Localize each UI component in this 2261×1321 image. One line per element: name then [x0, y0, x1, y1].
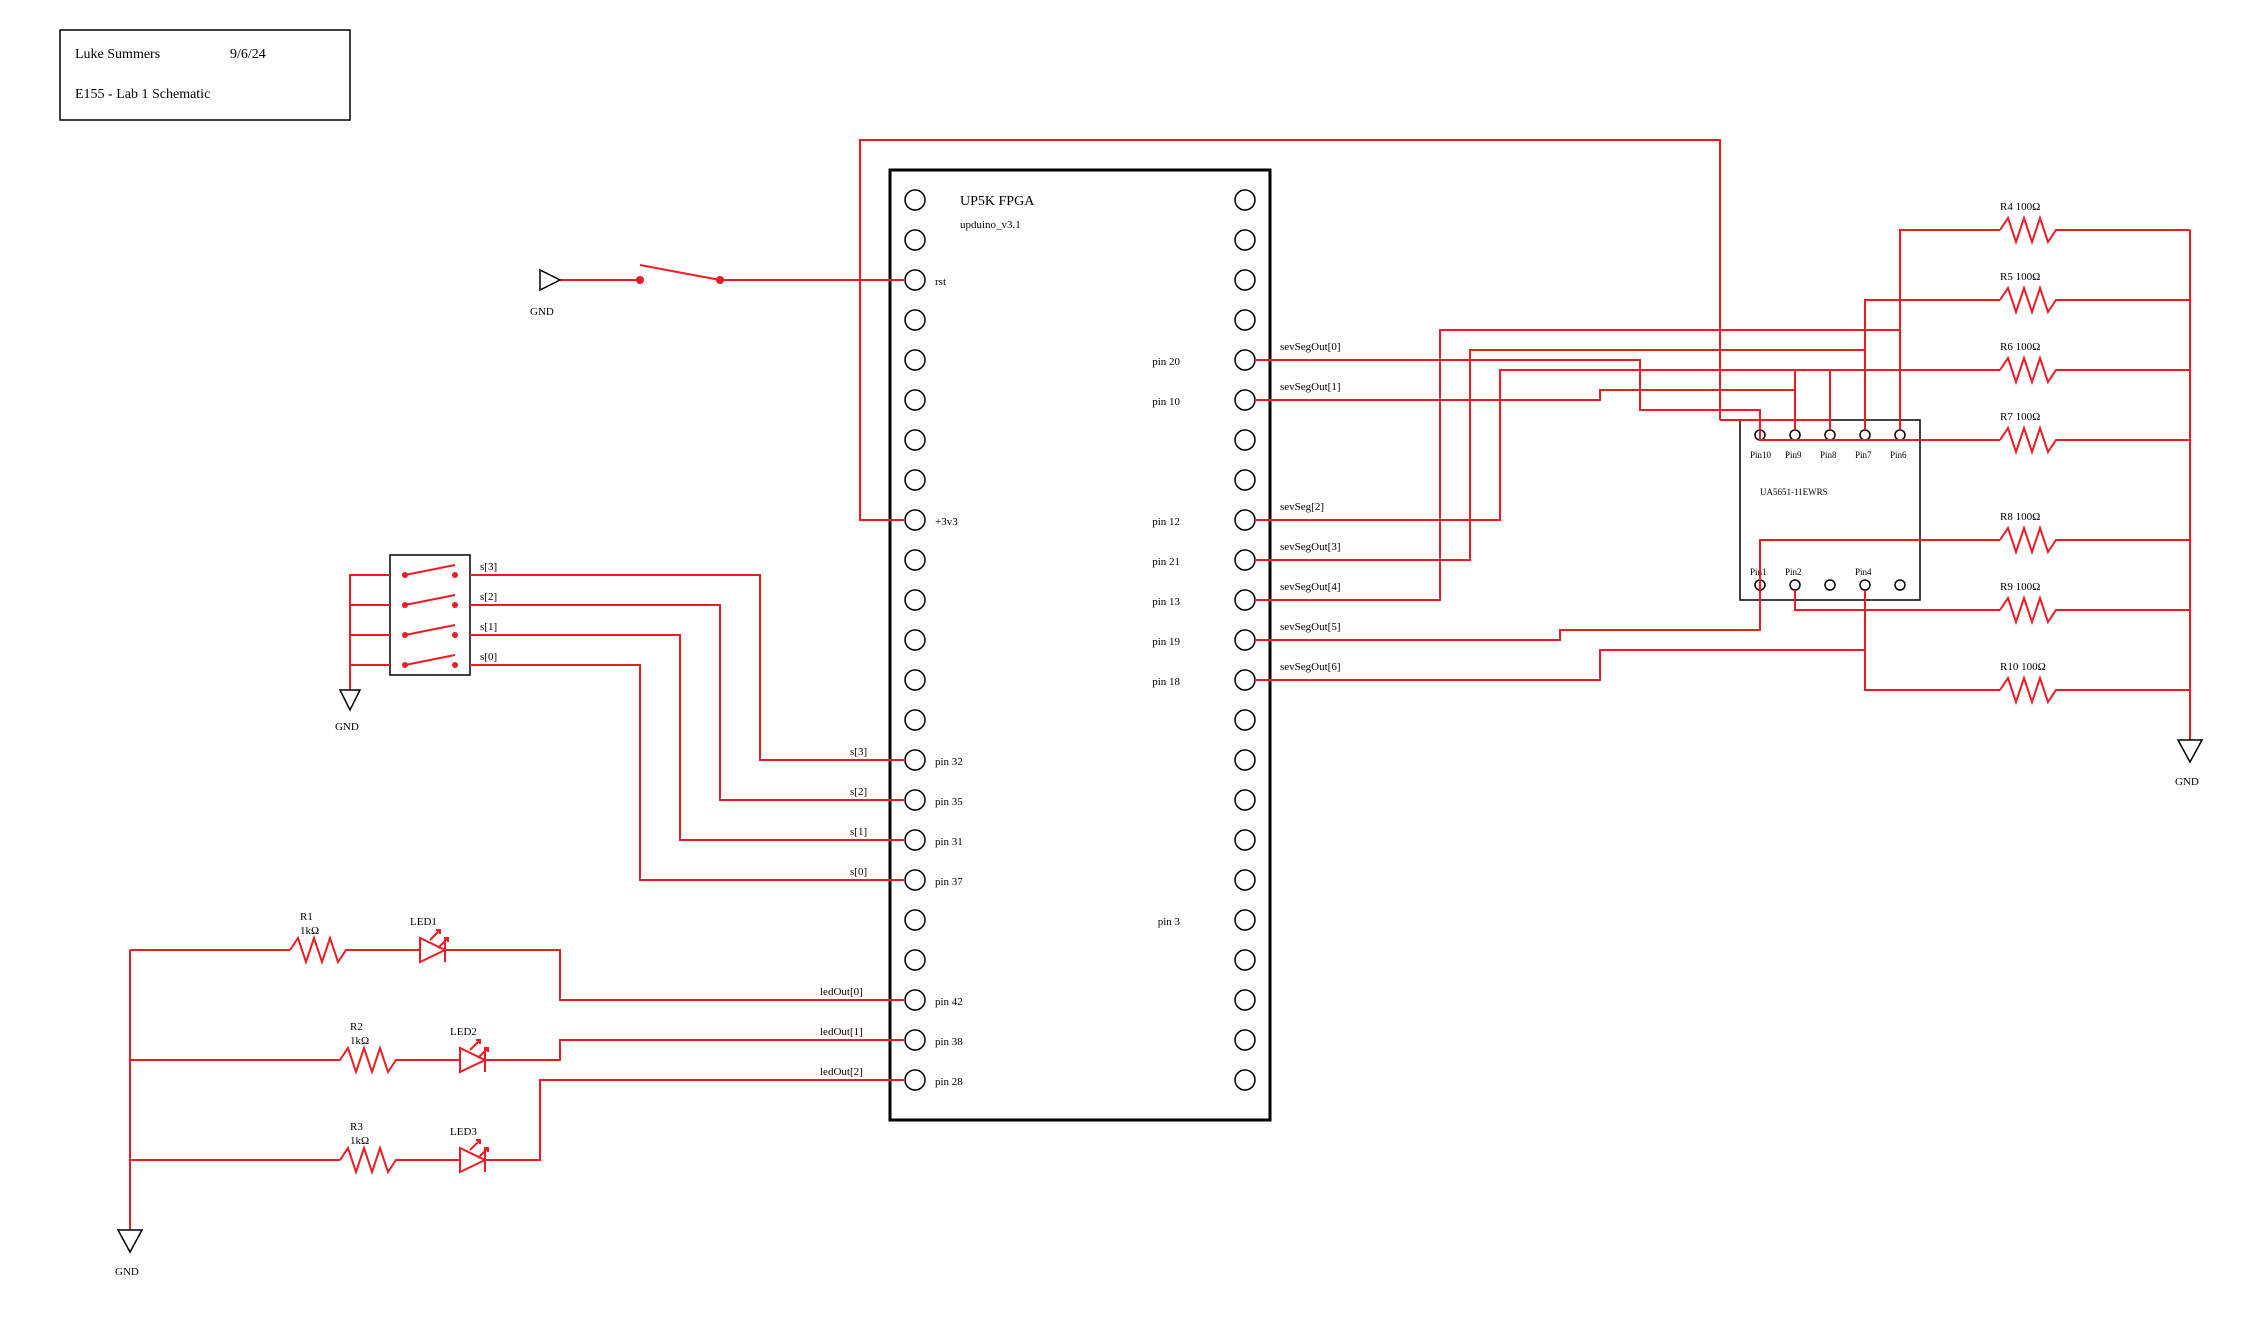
- ledout1: ledOut[1]: [820, 1026, 863, 1038]
- ss6-label: sevSegOut[6]: [1280, 661, 1341, 673]
- gnd-dip: GND: [335, 721, 359, 733]
- gnd-right: GND: [2175, 776, 2199, 788]
- r5: R5 100Ω: [2000, 271, 2040, 283]
- dpin10: Pin10: [1750, 450, 1772, 460]
- title-box: [60, 30, 350, 120]
- resistor-r2: [340, 1048, 420, 1072]
- led1: LED1: [410, 916, 437, 928]
- resistor-r3: [340, 1148, 420, 1172]
- fpga-name: UP5K FPGA: [960, 194, 1035, 209]
- dpin1: Pin1: [1750, 567, 1767, 577]
- pin19: pin 19: [1152, 636, 1180, 648]
- resistor-r1: [290, 938, 370, 962]
- r7: R7 100Ω: [2000, 411, 2040, 423]
- led-block: GND R11kΩ LED1 ledOut[0] R21kΩ LED2 ledO…: [115, 911, 905, 1278]
- r9: R9 100Ω: [2000, 581, 2040, 593]
- pin32: pin 32: [935, 756, 963, 768]
- dpin8: Pin8: [1820, 450, 1837, 460]
- wire-3v3-ca: [1720, 420, 1830, 430]
- ss1-label: sevSegOut[1]: [1280, 381, 1341, 393]
- ss3-label: sevSegOut[3]: [1280, 541, 1341, 553]
- r6: R6 100Ω: [2000, 341, 2040, 353]
- ss0-label: sevSegOut[0]: [1280, 341, 1341, 353]
- sevseg-wires-bot: [1255, 590, 1865, 680]
- wire-s1: s[1]: [850, 826, 867, 838]
- title-date: 9/6/24: [230, 47, 266, 62]
- title-author: Luke Summers: [75, 47, 160, 62]
- schematic-canvas: Luke Summers 9/6/24 E155 - Lab 1 Schemat…: [0, 0, 2261, 1321]
- dip-s1: s[1]: [480, 621, 497, 633]
- dpin4: Pin4: [1855, 567, 1872, 577]
- wire-s2: s[2]: [850, 786, 867, 798]
- dpin7: Pin7: [1855, 450, 1872, 460]
- title-course: E155 - Lab 1 Schematic: [75, 87, 210, 102]
- pin10: pin 10: [1152, 396, 1180, 408]
- pin12: pin 12: [1152, 516, 1180, 528]
- led2: LED2: [450, 1026, 477, 1038]
- r10: R10 100Ω: [2000, 661, 2046, 673]
- dpin6: Pin6: [1890, 450, 1907, 460]
- r1-label: R11kΩ: [300, 911, 319, 937]
- ledout0: ledOut[0]: [820, 986, 863, 998]
- label-rst: rst: [935, 276, 946, 288]
- pin13: pin 13: [1152, 596, 1180, 608]
- gnd-label-rst: GND: [530, 306, 554, 318]
- dip-switch: s[3] s[2] s[1] s[0] GND s[3] s[2] s[1] s…: [335, 555, 905, 880]
- wire-s3: s[3]: [850, 746, 867, 758]
- r4: R4 100Ω: [2000, 201, 2040, 213]
- led3: LED3: [450, 1126, 477, 1138]
- label-3v3: +3v3: [935, 516, 958, 528]
- pin18: pin 18: [1152, 676, 1180, 688]
- ledout2: ledOut[2]: [820, 1066, 863, 1078]
- sevenseg-display: UA5651-11EWRS Pin10 Pin9 Pin8 Pin7 Pin6 …: [1740, 420, 1920, 600]
- pin35: pin 35: [935, 796, 963, 808]
- pin37: pin 37: [935, 876, 963, 888]
- fpga-right-pins: pin 20 pin 10 pin 12 pin 21 pin 13 pin 1…: [1152, 190, 1255, 1090]
- wire-s0: s[0]: [850, 866, 867, 878]
- gnd-led: GND: [115, 1266, 139, 1278]
- dpin9: Pin9: [1785, 450, 1802, 460]
- fpga-board: upduino_v3.1: [960, 219, 1021, 231]
- r2-label: R21kΩ: [350, 1021, 369, 1047]
- r3-label: R31kΩ: [350, 1121, 369, 1147]
- r8: R8 100Ω: [2000, 511, 2040, 523]
- ss4-label: sevSegOut[4]: [1280, 581, 1341, 593]
- pin42: pin 42: [935, 996, 963, 1008]
- dip-s0: s[0]: [480, 651, 497, 663]
- pin28: pin 28: [935, 1076, 963, 1088]
- dip-s2: s[2]: [480, 591, 497, 603]
- fpga-body: [890, 170, 1270, 1120]
- pin38: pin 38: [935, 1036, 963, 1048]
- rst-switch: GND: [530, 265, 905, 318]
- display-part: UA5651-11EWRS: [1760, 487, 1828, 497]
- pin31: pin 31: [935, 836, 963, 848]
- ss2-label: sevSeg[2]: [1280, 501, 1324, 513]
- pin20: pin 20: [1152, 356, 1180, 368]
- pin21: pin 21: [1152, 556, 1180, 568]
- fpga-left-pins: rst +3v3 pin 32 pin 35 pin 31 pin 37 pin…: [905, 190, 963, 1090]
- ss5-label: sevSegOut[5]: [1280, 621, 1341, 633]
- dip-s3: s[3]: [480, 561, 497, 573]
- dpin2: Pin2: [1785, 567, 1802, 577]
- pin3: pin 3: [1158, 916, 1181, 928]
